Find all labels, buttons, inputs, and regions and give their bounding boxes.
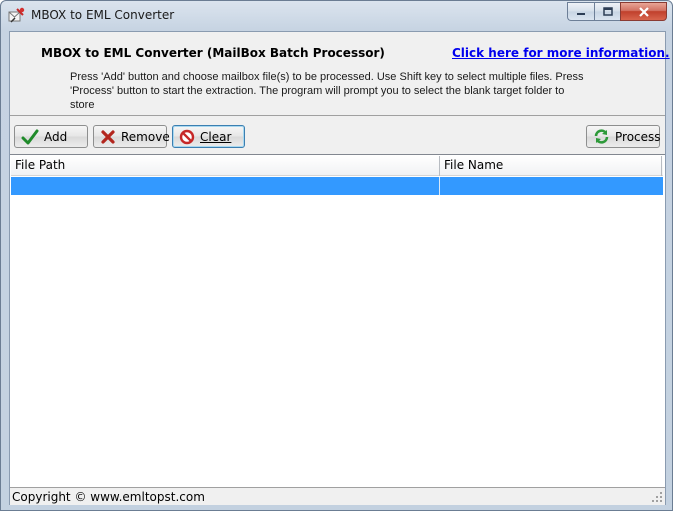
copyright-text: Copyright © www.emltopst.com xyxy=(12,490,205,504)
minimize-button[interactable] xyxy=(567,2,594,21)
process-button[interactable]: Process xyxy=(586,125,661,148)
client-area: MBOX to EML Converter (MailBox Batch Pro… xyxy=(9,31,670,505)
list-header: File Path File Name xyxy=(11,156,663,176)
clear-button[interactable]: Clear xyxy=(172,125,245,148)
checkmark-icon xyxy=(21,129,39,144)
cell-file-path xyxy=(11,177,440,195)
more-info-link[interactable]: Click here for more information. xyxy=(452,46,670,60)
toolbar: Add Remove Clear Process xyxy=(10,122,665,150)
add-button[interactable]: Add xyxy=(14,125,88,148)
mail-tool-icon xyxy=(8,7,25,23)
x-cross-icon xyxy=(101,129,115,144)
maximize-icon xyxy=(602,7,613,16)
window-title: MBOX to EML Converter xyxy=(31,8,175,22)
instructions-text: Press 'Add' button and choose mailbox fi… xyxy=(70,71,584,111)
title-bar[interactable]: MBOX to EML Converter xyxy=(1,1,672,30)
cell-file-name xyxy=(440,177,663,195)
page-title: MBOX to EML Converter (MailBox Batch Pro… xyxy=(41,46,385,60)
status-bar: Copyright © www.emltopst.com xyxy=(10,487,665,505)
table-row[interactable] xyxy=(11,177,663,195)
caption-buttons xyxy=(567,2,667,21)
clear-button-label: Clear xyxy=(200,129,232,144)
refresh-icon xyxy=(594,129,609,144)
remove-button-label: Remove xyxy=(121,129,170,144)
add-button-label: Add xyxy=(44,129,68,144)
maximize-button[interactable] xyxy=(594,2,620,21)
close-button[interactable] xyxy=(620,2,667,21)
header-panel: MBOX to EML Converter (MailBox Batch Pro… xyxy=(10,32,670,116)
column-header-file-path[interactable]: File Path xyxy=(11,156,440,176)
close-icon xyxy=(638,6,649,17)
remove-button[interactable]: Remove xyxy=(93,125,170,148)
file-list[interactable]: File Path File Name xyxy=(10,154,665,487)
column-header-file-name[interactable]: File Name xyxy=(440,156,662,176)
resize-grip-icon[interactable] xyxy=(651,491,663,503)
app-window: MBOX to EML Converter MBOX to EML Conver… xyxy=(0,0,673,511)
prohibited-icon xyxy=(179,129,195,144)
minimize-icon xyxy=(577,12,585,15)
process-button-label: Process xyxy=(615,129,661,144)
